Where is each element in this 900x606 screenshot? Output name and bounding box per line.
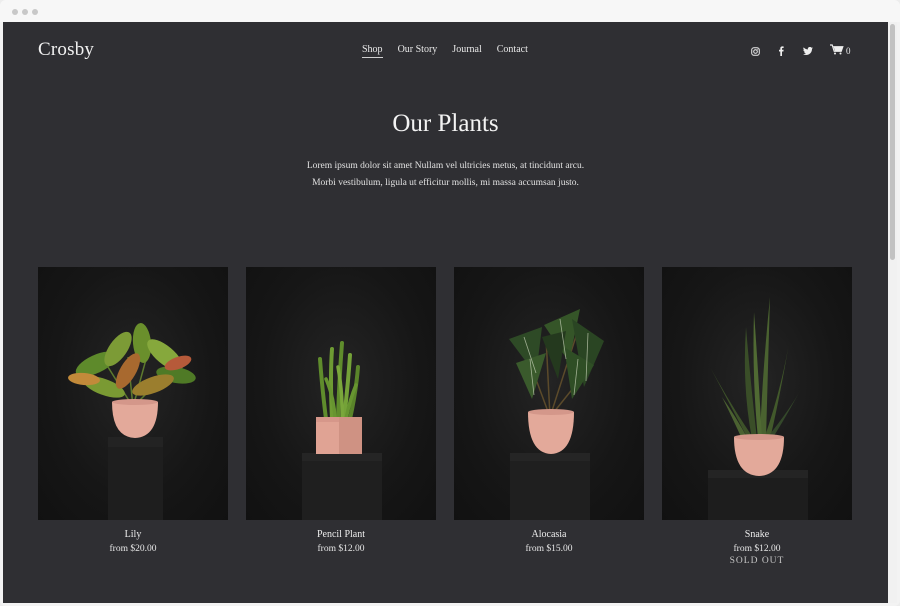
window-dot-icon[interactable] [22,9,28,15]
nav-item-journal[interactable]: Journal [452,44,481,58]
product-price: from $12.00 [733,544,781,554]
intro-line: Lorem ipsum dolor sit amet Nullam vel ul… [306,161,585,171]
page-title: Our Plants [392,110,499,137]
browser-title-bar [0,0,900,22]
product-image[interactable] [454,267,644,520]
product-card-snake[interactable]: Snake from $12.00 SOLD OUT [662,267,852,566]
nav-item-shop[interactable]: Shop [362,44,383,58]
page-viewport: Crosby Shop Our Story Journal Contact 0 … [3,22,888,603]
product-card-alocasia[interactable]: Alocasia from $15.00 [454,267,644,566]
twitter-icon[interactable] [802,45,814,57]
product-image[interactable] [662,267,852,520]
cart-button[interactable]: 0 [830,44,851,57]
main-nav: Shop Our Story Journal Contact [362,44,528,58]
product-name[interactable]: Lily [38,529,228,540]
nav-item-contact[interactable]: Contact [497,44,528,58]
instagram-icon[interactable] [750,45,760,57]
cart-count: 0 [846,45,851,56]
sold-out-badge: SOLD OUT [729,556,785,566]
product-image[interactable] [38,267,228,520]
facebook-icon[interactable] [777,45,785,57]
product-card-lily[interactable]: Lily from $20.00 [38,267,228,566]
browser-window: Crosby Shop Our Story Journal Contact 0 … [0,0,900,606]
site-logo[interactable]: Crosby [38,39,94,61]
product-grid: Lily from $20.00 Pencil Plant from $12.0… [38,267,852,566]
product-price: from $12.00 [317,544,365,554]
product-name[interactable]: Snake [662,529,852,540]
product-price: from $15.00 [525,544,573,554]
intro-text: Lorem ipsum dolor sit amet Nullam vel ul… [3,158,888,192]
window-dot-icon[interactable] [32,9,38,15]
scrollbar-thumb[interactable] [890,24,895,260]
cart-icon [830,44,844,57]
window-dot-icon[interactable] [12,9,18,15]
product-card-pencil-plant[interactable]: Pencil Plant from $12.00 [246,267,436,566]
product-name[interactable]: Alocasia [454,529,644,540]
nav-item-our-story[interactable]: Our Story [398,44,438,58]
product-image[interactable] [246,267,436,520]
product-price: from $20.00 [109,544,157,554]
product-name[interactable]: Pencil Plant [246,529,436,540]
intro-line: Morbi vestibulum, ligula ut efficitur mo… [312,178,579,188]
